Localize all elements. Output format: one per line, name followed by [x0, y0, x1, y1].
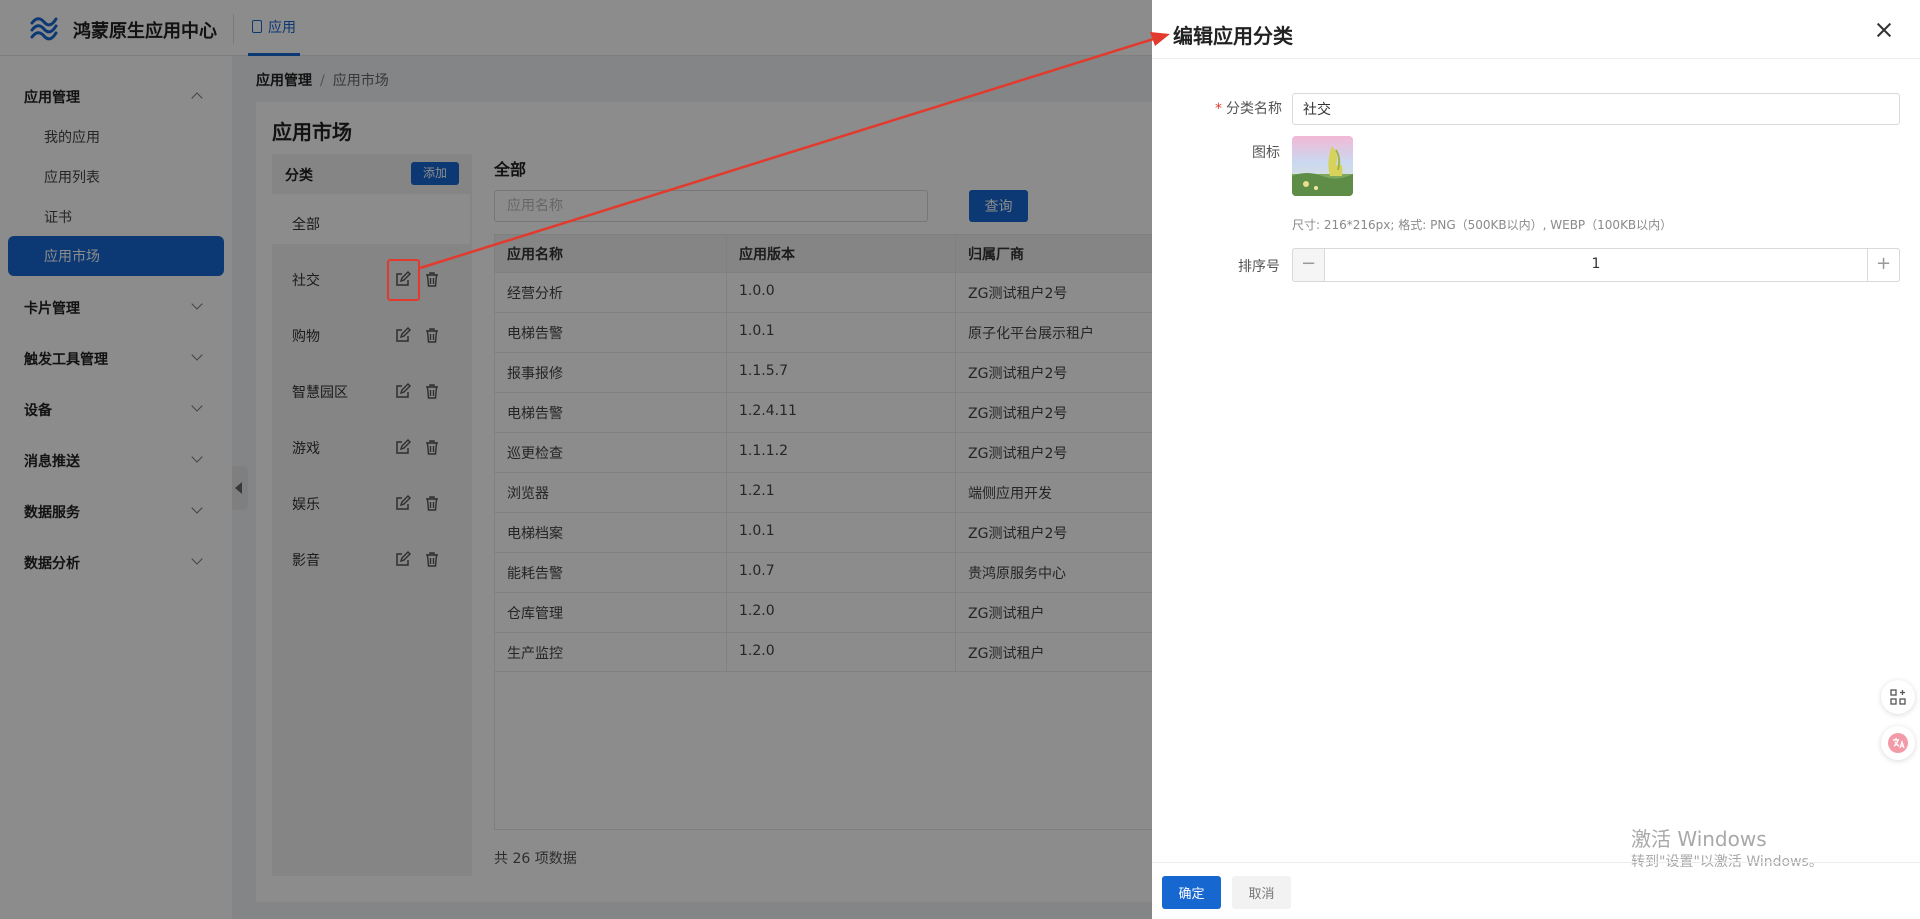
translate-icon[interactable] [1881, 726, 1915, 760]
icon-label: 图标 [1252, 145, 1280, 161]
windows-activation-hint: 转到"设置"以激活 Windows。 [1631, 854, 1823, 870]
category-name-label-text: 分类名称 [1226, 101, 1282, 117]
grid-plus-icon[interactable] [1881, 680, 1915, 714]
edit-highlight-box [387, 259, 420, 301]
drawer-footer-divider [1152, 862, 1920, 863]
category-icon-image[interactable] [1292, 136, 1353, 196]
confirm-button[interactable]: 确定 [1162, 876, 1221, 909]
category-name-label: * 分类名称 [1215, 101, 1282, 117]
close-icon[interactable] [1874, 20, 1894, 40]
category-name-input[interactable] [1292, 93, 1900, 125]
edit-category-drawer [1152, 0, 1920, 919]
drawer-title: 编辑应用分类 [1173, 24, 1293, 48]
drawer-header-divider [1152, 58, 1920, 59]
sort-order-value[interactable]: 1 [1325, 256, 1867, 272]
decrement-button[interactable]: − [1292, 248, 1325, 282]
increment-button[interactable]: + [1867, 248, 1900, 282]
drawer-mask[interactable] [0, 0, 1152, 919]
windows-activation-watermark: 激活 Windows [1631, 827, 1767, 851]
icon-size-hint: 尺寸: 216*216px; 格式: PNG（500KB以内）, WEBP（10… [1292, 218, 1673, 232]
cancel-button[interactable]: 取消 [1232, 876, 1291, 909]
sort-order-label: 排序号 [1238, 259, 1280, 275]
